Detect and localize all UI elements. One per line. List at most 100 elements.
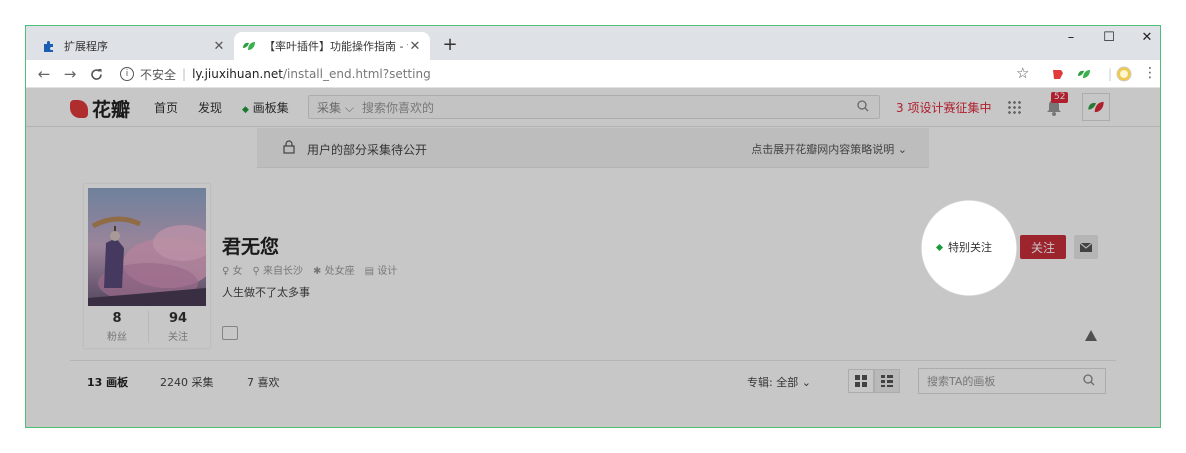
info-icon[interactable]: i [120,67,134,81]
profile-name: 君无您 [222,236,280,258]
apps-grid-icon[interactable] [1007,100,1021,114]
stat-followers-num: 8 [112,311,122,326]
new-tab-button[interactable]: + [440,36,460,54]
search-category-label: 采集 [317,100,342,115]
site-search[interactable]: 采集 ⌵ 搜索你喜欢的 [308,95,880,119]
notice-text: 用户的部分采集待公开 [307,143,428,157]
nav-home[interactable]: 首页 [154,99,178,116]
maximize-button[interactable]: ☐ [1090,26,1128,48]
search-icon[interactable] [1083,373,1105,389]
meta-gender: ♀ 女 [222,262,243,277]
puzzle-icon [42,39,56,53]
grid-view-button[interactable] [848,369,874,393]
stat-following-num: 94 [168,311,188,326]
tab-title: 扩展程序 [64,40,108,53]
back-icon[interactable]: ← [34,64,54,84]
user-avatar[interactable] [1082,93,1110,121]
briefcase-icon: ▤ [364,266,375,277]
nav-board-sets-label: 画板集 [252,101,289,115]
reload-icon[interactable] [86,64,106,84]
content-card [70,410,1116,427]
notice-link-label: 点击展开花瓣网内容策略说明 [751,143,895,156]
tab-title: 【率叶插件】功能操作指南 - v2. [264,40,408,53]
list-view-button[interactable] [874,369,900,393]
tab-strip: 扩展程序 ✕ 【率叶插件】功能操作指南 - v2. ✕ + – ☐ ✕ [26,26,1160,60]
mail-icon [1080,242,1092,252]
minimize-button[interactable]: – [1052,26,1090,48]
tab-close-icon[interactable]: ✕ [212,39,226,54]
tab-boards[interactable]: 13 画板 [87,374,128,390]
site-header: 花瓣 首页 发现 ◆ 画板集 采集 ⌵ 搜索你喜欢的 3 项设计赛征集中 52 [26,88,1160,127]
content-notice: 用户的部分采集待公开 点击展开花瓣网内容策略说明 ⌄ [257,128,929,168]
address-separator: | [182,67,187,81]
logo-mark [70,99,88,118]
huaban-logo[interactable]: 花瓣 [70,95,130,122]
follow-button[interactable]: 关注 [1020,235,1066,259]
album-filter[interactable]: 专辑: 全部 ⌄ [747,374,811,390]
nav-board-sets[interactable]: ◆ 画板集 [242,99,289,116]
notice-expand-link[interactable]: 点击展开花瓣网内容策略说明 ⌄ [751,141,907,157]
url-host: ly.jiuxihuan.net [192,67,283,81]
tab-guide[interactable]: 【率叶插件】功能操作指南 - v2. ✕ [234,32,430,60]
board-search-placeholder: 搜索TA的画板 [927,375,996,388]
leaf-icon [242,39,256,53]
lock-icon [283,140,295,154]
profile-bio: 人生做不了太多事 [222,286,310,299]
notification-badge: 52 [1051,92,1069,103]
star-icon: ✱ [313,266,322,277]
tab-pins[interactable]: 2240 采集 [160,374,214,390]
meta-location-text: 来自长沙 [263,266,304,277]
meta-gender-text: 女 [232,266,243,277]
search-input[interactable]: 搜索你喜欢的 [362,99,857,116]
meta-job-text: 设计 [377,266,398,277]
security-label: 不安全 [140,67,177,82]
diamond-icon: ◆ [242,105,249,115]
menu-icon[interactable]: ⋮ [1143,65,1157,81]
close-window-button[interactable]: ✕ [1128,26,1160,48]
meta-zodiac: ✱ 处女座 [313,262,355,277]
profile-tabs: 13 画板 2240 采集 7 喜欢 专辑: 全部 ⌄ 搜索TA的画板 [70,360,1116,402]
cover-image[interactable] [88,188,206,306]
report-warning-icon[interactable] [1085,330,1097,341]
diamond-icon [935,243,944,251]
pin-icon: ⚲ [252,266,260,277]
search-icon[interactable] [857,99,879,115]
meta-zodiac-text: 处女座 [324,266,355,277]
double-chevron-down-icon: ⌄ [897,143,907,156]
browser-window: 扩展程序 ✕ 【率叶插件】功能操作指南 - v2. ✕ + – ☐ ✕ ← → … [25,25,1161,428]
profile-meta: ♀ 女 ⚲ 来自长沙 ✱ 处女座 ▤ 设计 [222,262,397,277]
profile-avatar-icon[interactable] [1116,66,1132,82]
address-bar[interactable]: i 不安全 | ly.jiuxihuan.net/install_end.htm… [120,63,1018,85]
leaf-extension-icon[interactable] [1076,66,1092,82]
logo-text: 花瓣 [92,99,131,121]
bookmark-star-icon[interactable]: ☆ [1016,64,1029,82]
special-follow-label: 特别关注 [948,241,992,254]
camera-icon[interactable] [222,326,238,340]
nav-discover[interactable]: 发现 [198,99,222,116]
tab-likes[interactable]: 7 喜欢 [247,374,280,390]
special-follow-button[interactable]: 特别关注 [935,239,992,255]
design-contest-promo[interactable]: 3 项设计赛征集中 [896,99,991,116]
search-category-select[interactable]: 采集 ⌵ [309,99,362,116]
stat-followers-label: 粉丝 [107,332,127,343]
double-chevron-down-icon: ⌄ [801,376,811,389]
forward-icon[interactable]: → [60,64,80,84]
stat-following[interactable]: 94 关注 [148,311,207,343]
tab-extensions[interactable]: 扩展程序 ✕ [34,32,234,60]
location-pin-icon: ♀ [222,266,230,277]
message-button[interactable] [1074,235,1098,259]
stat-following-label: 关注 [168,332,188,343]
url-path: /install_end.html?setting [283,67,431,81]
profile-cover: 8 粉丝 94 关注 [84,184,210,348]
tab-close-icon[interactable]: ✕ [408,39,422,54]
meta-job: ▤ 设计 [365,262,398,277]
chevron-down-icon: ⌵ [344,100,354,115]
list-view-icon [881,375,893,387]
meta-location: ⚲ 来自长沙 [253,262,304,277]
album-filter-label: 专辑: 全部 [747,376,799,389]
stat-followers[interactable]: 8 粉丝 [88,311,146,343]
board-search-input[interactable]: 搜索TA的画板 [918,368,1106,394]
page-content: 花瓣 首页 发现 ◆ 画板集 采集 ⌵ 搜索你喜欢的 3 项设计赛征集中 52 [26,88,1160,427]
grid-view-icon [855,375,867,387]
huaban-extension-icon[interactable] [1050,66,1066,82]
